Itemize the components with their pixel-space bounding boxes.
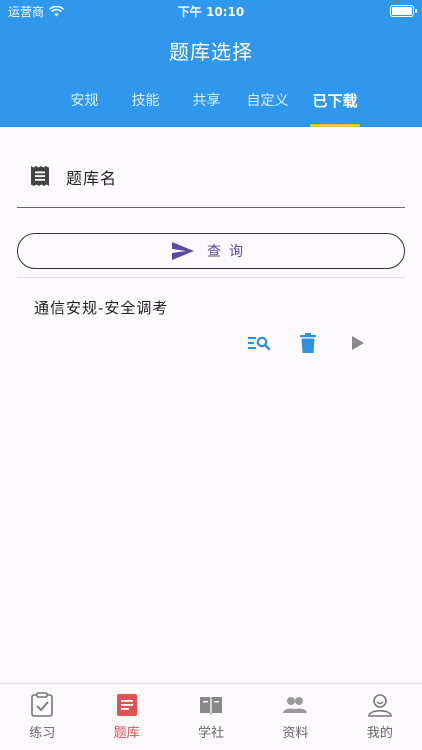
bank-name-field[interactable]: 题库名 [17,150,405,208]
nav-study-club-label: 学社 [198,726,225,741]
nav-practice[interactable]: 练习 [0,684,84,750]
list-item-title[interactable]: 通信安规-安全调考 [34,297,168,318]
play-icon[interactable] [345,331,369,355]
question-bank-icon [116,694,137,716]
send-icon [172,242,194,260]
bottom-navigation: 练习 题库 学社 资料 我的 [0,683,422,750]
receipt-icon [31,166,49,186]
category-tabs: 安规 技能 共享 自定义 已下载 [54,90,372,127]
status-time: 下午 10:10 [177,5,245,19]
nav-question-bank-label: 题库 [113,726,140,741]
book-icon [200,697,223,715]
nav-question-bank[interactable]: 题库 [84,684,168,750]
nav-materials[interactable]: 资料 [253,684,337,750]
nav-profile[interactable]: 我的 [338,684,422,750]
nav-practice-label: 练习 [29,726,56,741]
battery-icon [390,5,417,17]
page-title: 题库选择 [169,40,253,64]
nav-profile-label: 我的 [366,726,393,741]
view-questions-icon[interactable] [247,331,271,355]
status-bar: 运营商 下午 10:10 [0,0,422,22]
query-button-label: 查询 [207,244,251,260]
divider [17,277,405,278]
query-button[interactable]: 查询 [17,233,405,269]
app-header: 运营商 下午 10:10 题库选择 安规 技能 共享 自定义 已下载 [0,0,422,127]
tab-downloaded[interactable]: 已下载 [298,90,372,127]
bank-name-label: 题库名 [66,169,118,188]
nav-study-club[interactable]: 学社 [169,684,253,750]
practice-icon [31,692,54,717]
tab-custom[interactable]: 自定义 [237,90,298,127]
delete-icon[interactable] [296,331,320,355]
tab-shared[interactable]: 共享 [176,90,237,127]
profile-icon [368,694,392,717]
people-icon [283,697,308,713]
tab-safety-rules[interactable]: 安规 [54,90,115,127]
nav-materials-label: 资料 [282,726,309,741]
tab-skills[interactable]: 技能 [115,90,176,127]
